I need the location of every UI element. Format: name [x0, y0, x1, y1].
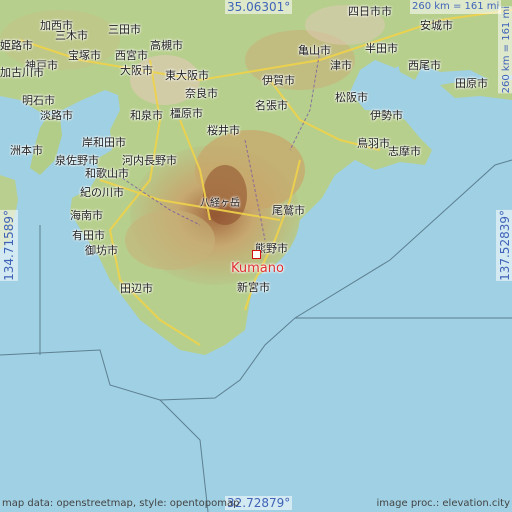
right-coordinate: 137.52839° — [496, 210, 512, 281]
place-label: 和歌山市 — [85, 167, 129, 180]
place-label: 桜井市 — [207, 124, 240, 137]
place-label: 半田市 — [365, 42, 398, 55]
city-name: Kumano — [231, 261, 284, 276]
place-label: 西尾市 — [408, 59, 441, 72]
place-label: 有田市 — [72, 229, 105, 242]
scale-label-vertical: 260 km = 161 mi — [498, 6, 512, 94]
place-label: 紀の川市 — [80, 186, 124, 199]
place-label: 西宮市 — [115, 49, 148, 62]
peak-label: 八経ヶ岳 — [200, 198, 240, 209]
place-label: 伊勢市 — [370, 109, 403, 122]
place-label: 伊賀市 — [262, 74, 295, 87]
place-label: 岸和田市 — [82, 136, 126, 149]
place-label: 奈良市 — [185, 87, 218, 100]
place-label: 河内長野市 — [122, 154, 177, 167]
place-label: 志摩市 — [388, 145, 421, 158]
place-label: 田原市 — [455, 77, 488, 90]
place-label: 鳥羽市 — [357, 137, 390, 150]
scale-label: 260 km = 161 mi — [410, 0, 502, 14]
place-label: 宝塚市 — [68, 49, 101, 62]
place-label: 明石市 — [22, 94, 55, 107]
place-label: 四日市市 — [348, 5, 392, 18]
city-marker[interactable] — [252, 250, 261, 259]
place-label: 淡路市 — [40, 109, 73, 122]
place-label: 亀山市 — [298, 44, 331, 57]
place-label: 泉佐野市 — [55, 154, 99, 167]
place-label: 大阪市 — [120, 64, 153, 77]
place-label: 御坊市 — [85, 244, 118, 257]
attribution-left: map data: openstreetmap, style: opentopo… — [2, 498, 240, 509]
top-coordinate: 35.06301° — [225, 0, 293, 14]
place-label: 和泉市 — [130, 109, 163, 122]
place-label: 海南市 — [70, 209, 103, 222]
place-label: 三田市 — [108, 23, 141, 36]
place-label: 姫路市 — [0, 39, 33, 52]
place-label: 加古川市 — [0, 66, 44, 79]
place-label: 新宮市 — [237, 281, 270, 294]
left-coordinate: 134.71589° — [0, 210, 18, 281]
place-label: 橿原市 — [170, 107, 203, 120]
place-label: 田辺市 — [120, 282, 153, 295]
place-label: 高槻市 — [150, 39, 183, 52]
place-label: 名張市 — [255, 99, 288, 112]
place-label: 洲本市 — [10, 144, 43, 157]
place-label: 津市 — [330, 59, 352, 72]
map-canvas[interactable]: 加西市 明石市 淡路市 洲本市 紀の川市 和歌山市 海南市 有田市 御坊市 田辺… — [0, 0, 512, 512]
attribution-right: image proc.: elevation.city — [376, 498, 511, 509]
place-label: 東大阪市 — [165, 69, 209, 82]
place-label: 安城市 — [420, 19, 453, 32]
place-label: 松阪市 — [335, 91, 368, 104]
place-label: 尾鷲市 — [272, 204, 305, 217]
place-label: 三木市 — [55, 29, 88, 42]
